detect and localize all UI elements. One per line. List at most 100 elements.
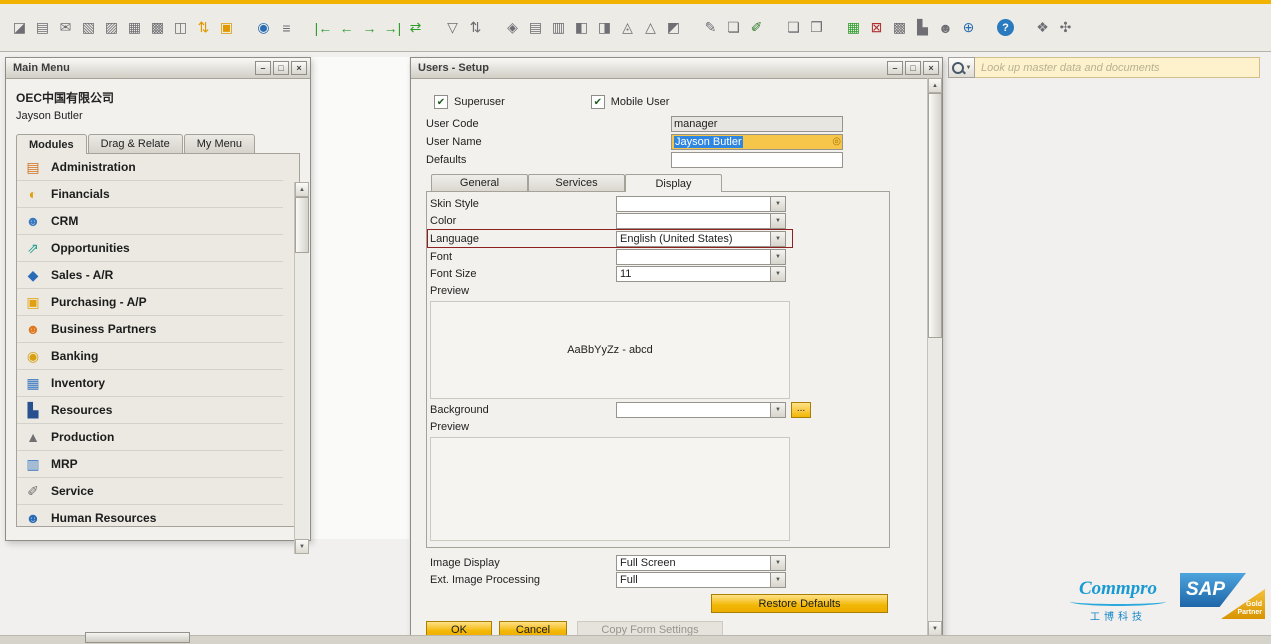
- minimized-window[interactable]: [85, 632, 190, 643]
- scrollbar-thumb[interactable]: [295, 197, 309, 253]
- export-excel-icon[interactable]: ▦: [123, 16, 146, 39]
- print-preview-icon[interactable]: ◪: [8, 16, 31, 39]
- web-client-icon[interactable]: ⊕: [957, 16, 980, 39]
- edit-icon[interactable]: ✎: [699, 16, 722, 39]
- inbox-icon[interactable]: ⊠: [865, 16, 888, 39]
- ext-image-dropdown[interactable]: Full ▼: [616, 572, 786, 588]
- journal-entry-icon[interactable]: ▤: [524, 16, 547, 39]
- journal-voucher-icon[interactable]: ≡: [275, 16, 298, 39]
- export-word-icon[interactable]: ▩: [146, 16, 169, 39]
- image-display-dropdown[interactable]: Full Screen ▼: [616, 555, 786, 571]
- minimize-icon[interactable]: –: [255, 61, 271, 75]
- sidebar-item-sales-a-r[interactable]: ◆Sales - A/R: [17, 262, 283, 289]
- tab-modules[interactable]: Modules: [16, 134, 87, 154]
- form-settings-icon[interactable]: ◩: [662, 16, 685, 39]
- sidebar-item-administration[interactable]: ▤Administration: [17, 154, 283, 181]
- scroll-up-icon[interactable]: ▲: [928, 78, 942, 93]
- search-button[interactable]: ▼: [948, 57, 975, 78]
- sidebar-item-production[interactable]: ▲Production: [17, 424, 283, 451]
- find-icon[interactable]: ◉: [252, 16, 275, 39]
- messages-icon[interactable]: ❑: [782, 16, 805, 39]
- target-document-icon[interactable]: ◨: [593, 16, 616, 39]
- tab-services[interactable]: Services: [528, 174, 625, 191]
- choose-from-list-icon[interactable]: ◎: [832, 136, 841, 148]
- employee-icon[interactable]: ☻: [934, 16, 957, 39]
- maximize-icon[interactable]: □: [905, 61, 921, 75]
- chart-icon[interactable]: ▙: [911, 16, 934, 39]
- alerts-icon[interactable]: ❒: [805, 16, 828, 39]
- sidebar-item-opportunities[interactable]: ⇗Opportunities: [17, 235, 283, 262]
- tab-display[interactable]: Display: [625, 174, 722, 192]
- mobile-user-checkbox[interactable]: ✔: [591, 95, 605, 109]
- color-dropdown[interactable]: ▼: [616, 213, 786, 229]
- chevron-down-icon[interactable]: ▼: [770, 214, 785, 228]
- scroll-down-icon[interactable]: ▼: [295, 539, 309, 554]
- next-record-icon[interactable]: →: [358, 16, 381, 39]
- settings-icon[interactable]: ❖: [1031, 16, 1054, 39]
- scroll-down-icon[interactable]: ▼: [928, 621, 942, 636]
- background-dropdown[interactable]: ▼: [616, 402, 786, 418]
- users-setup-titlebar[interactable]: Users - Setup – □ ×: [411, 58, 942, 79]
- chevron-down-icon[interactable]: ▼: [770, 232, 785, 246]
- send-sms-icon[interactable]: ▧: [77, 16, 100, 39]
- user-name-input[interactable]: Jayson Butler ◎: [671, 134, 843, 150]
- previous-record-icon[interactable]: ←: [335, 16, 358, 39]
- font-dropdown[interactable]: ▼: [616, 249, 786, 265]
- transaction-journal-icon[interactable]: ▥: [547, 16, 570, 39]
- send-fax-icon[interactable]: ▨: [100, 16, 123, 39]
- main-menu-titlebar[interactable]: Main Menu – □ ×: [6, 58, 310, 79]
- gross-profit-icon[interactable]: ◬: [616, 16, 639, 39]
- base-document-icon[interactable]: ◧: [570, 16, 593, 39]
- sidebar-item-inventory[interactable]: ▦Inventory: [17, 370, 283, 397]
- sort-table-icon[interactable]: ⇅: [464, 16, 487, 39]
- tab-general[interactable]: General: [431, 174, 528, 191]
- query-generator-icon[interactable]: ✐: [745, 16, 768, 39]
- services-icon[interactable]: ✣: [1054, 16, 1077, 39]
- launch-application-icon[interactable]: ⇅: [192, 16, 215, 39]
- close-icon[interactable]: ×: [923, 61, 939, 75]
- calendar-icon[interactable]: ▦: [842, 16, 865, 39]
- chevron-down-icon[interactable]: ▼: [770, 573, 785, 587]
- tab-drag-relate[interactable]: Drag & Relate: [88, 134, 183, 153]
- ok-button[interactable]: OK: [426, 621, 492, 636]
- language-dropdown[interactable]: English (United States) ▼: [616, 231, 786, 247]
- chevron-down-icon[interactable]: ▼: [770, 403, 785, 417]
- new-document-icon[interactable]: ❏: [722, 16, 745, 39]
- search-input[interactable]: [975, 57, 1260, 78]
- skin-style-dropdown[interactable]: ▼: [616, 196, 786, 212]
- maximize-icon[interactable]: □: [273, 61, 289, 75]
- font-size-dropdown[interactable]: 11 ▼: [616, 266, 786, 282]
- payment-means-icon[interactable]: ◈: [501, 16, 524, 39]
- minimize-icon[interactable]: –: [887, 61, 903, 75]
- cancel-button[interactable]: Cancel: [499, 621, 567, 636]
- sidebar-item-human-resources[interactable]: ☻Human Resources: [17, 505, 283, 527]
- sidebar-item-service[interactable]: ✐Service: [17, 478, 283, 505]
- sidebar-item-mrp[interactable]: ▥MRP: [17, 451, 283, 478]
- main-menu-scrollbar[interactable]: ▲ ▼: [294, 182, 309, 554]
- filter-table-icon[interactable]: ▽: [441, 16, 464, 39]
- chevron-down-icon[interactable]: ▼: [770, 197, 785, 211]
- sidebar-item-crm[interactable]: ☻CRM: [17, 208, 283, 235]
- help-icon[interactable]: ?: [997, 19, 1014, 36]
- email-icon[interactable]: ✉: [54, 16, 77, 39]
- users-setup-scrollbar[interactable]: ▲ ▼: [927, 78, 942, 636]
- refresh-record-icon[interactable]: ⇄: [404, 16, 427, 39]
- lock-screen-icon[interactable]: ▣: [215, 16, 238, 39]
- tab-my-menu[interactable]: My Menu: [184, 134, 255, 153]
- sidebar-item-purchasing-a-p[interactable]: ▣Purchasing - A/P: [17, 289, 283, 316]
- copy-form-settings-button[interactable]: Copy Form Settings: [577, 621, 723, 636]
- volume-weight-icon[interactable]: △: [639, 16, 662, 39]
- last-record-icon[interactable]: →|: [381, 16, 404, 39]
- export-pdf-icon[interactable]: ◫: [169, 16, 192, 39]
- first-record-icon[interactable]: |←: [312, 16, 335, 39]
- chevron-down-icon[interactable]: ▼: [770, 250, 785, 264]
- sidebar-item-business-partners[interactable]: ☻Business Partners: [17, 316, 283, 343]
- chevron-down-icon[interactable]: ▼: [770, 556, 785, 570]
- user-code-input[interactable]: manager: [671, 116, 843, 132]
- sent-messages-icon[interactable]: ▩: [888, 16, 911, 39]
- scroll-up-icon[interactable]: ▲: [295, 182, 309, 197]
- sidebar-item-financials[interactable]: ◐Financials: [17, 181, 283, 208]
- chevron-down-icon[interactable]: ▼: [770, 267, 785, 281]
- sidebar-item-resources[interactable]: ▙Resources: [17, 397, 283, 424]
- scrollbar-thumb[interactable]: [928, 93, 942, 338]
